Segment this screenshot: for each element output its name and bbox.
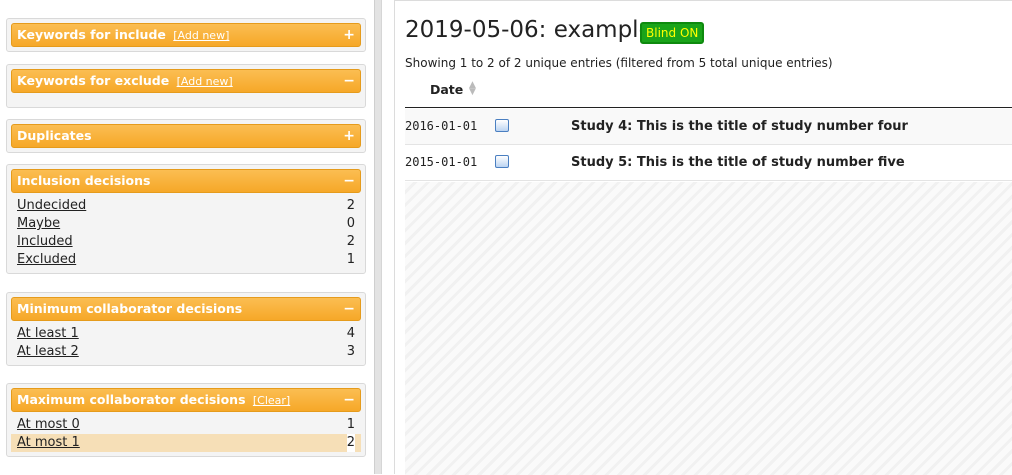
minus-icon[interactable]: −: [343, 389, 355, 411]
page-title: 2019-05-06: example: [405, 17, 653, 43]
duplicates-title: Duplicates: [17, 128, 92, 143]
count-badge: 4: [346, 326, 355, 341]
count-badge: 2: [346, 434, 355, 452]
duplicates-header[interactable]: Duplicates +: [11, 124, 361, 148]
filter-at-least-2-link[interactable]: At least 2: [17, 344, 79, 359]
plus-icon[interactable]: +: [343, 24, 355, 46]
table-row[interactable]: 2016-01-01 Study 4: This is the title of…: [405, 109, 1012, 145]
sort-icon[interactable]: ▲ ▼: [469, 81, 476, 97]
row-title[interactable]: Study 5: This is the title of study numb…: [571, 155, 905, 170]
table-info: Showing 1 to 2 of 2 unique entries (filt…: [405, 56, 833, 70]
filter-excluded-link[interactable]: Excluded: [17, 252, 76, 267]
min-collaborator-header[interactable]: Minimum collaborator decisions −: [11, 297, 361, 321]
table-header-divider: [405, 107, 1012, 108]
duplicates-panel: Duplicates +: [6, 119, 366, 153]
table-row[interactable]: 2015-01-01 Study 5: This is the title of…: [405, 145, 1012, 181]
clear-filter-link[interactable]: [Clear]: [253, 394, 290, 407]
minus-icon[interactable]: −: [343, 170, 355, 192]
min-collaborator-panel: Minimum collaborator decisions − At leas…: [6, 292, 366, 366]
add-include-keyword-link[interactable]: [Add new]: [173, 29, 229, 42]
inclusion-decisions-list: Undecided 2 Maybe 0 Included 2 Excluded 1: [11, 193, 361, 269]
filter-included-link[interactable]: Included: [17, 234, 73, 249]
inclusion-decisions-title: Inclusion decisions: [17, 173, 151, 188]
plus-icon[interactable]: +: [343, 125, 355, 147]
keywords-include-title: Keywords for include: [17, 27, 166, 42]
keywords-exclude-header[interactable]: Keywords for exclude [Add new] −: [11, 69, 361, 93]
filter-at-most-0-link[interactable]: At most 0: [17, 417, 80, 432]
max-collaborator-title: Maximum collaborator decisions: [17, 392, 246, 407]
list-item[interactable]: At least 1 4: [11, 325, 361, 343]
keywords-include-panel: Keywords for include [Add new] +: [6, 18, 366, 52]
list-item[interactable]: Included 2: [11, 233, 361, 251]
count-badge: 3: [346, 344, 355, 359]
column-header-date[interactable]: Date: [430, 82, 463, 97]
count-badge: 1: [346, 252, 355, 267]
count-badge: 1: [346, 417, 355, 432]
list-item[interactable]: At most 0 1: [11, 416, 361, 434]
row-date: 2016-01-01: [405, 119, 478, 133]
main-content: 2019-05-06: example Blind ON Showing 1 t…: [394, 0, 1012, 475]
minus-icon[interactable]: −: [343, 298, 355, 320]
document-icon[interactable]: [495, 155, 509, 168]
min-collaborator-list: At least 1 4 At least 2 3: [11, 321, 361, 361]
keywords-exclude-panel: Keywords for exclude [Add new] −: [6, 64, 366, 108]
count-badge: 2: [346, 234, 355, 249]
filter-at-least-1-link[interactable]: At least 1: [17, 326, 79, 341]
filter-undecided-link[interactable]: Undecided: [17, 198, 86, 213]
count-badge: 0: [346, 216, 355, 231]
minus-icon[interactable]: −: [343, 70, 355, 92]
min-collaborator-title: Minimum collaborator decisions: [17, 301, 243, 316]
max-collaborator-header[interactable]: Maximum collaborator decisions [Clear] −: [11, 388, 361, 412]
list-item[interactable]: Undecided 2: [11, 197, 361, 215]
blind-mode-badge[interactable]: Blind ON: [640, 22, 705, 44]
add-exclude-keyword-link[interactable]: [Add new]: [177, 75, 233, 88]
keywords-exclude-title: Keywords for exclude: [17, 73, 170, 88]
list-item-selected[interactable]: At most 1 2: [11, 434, 361, 452]
list-item[interactable]: Maybe 0: [11, 215, 361, 233]
row-date: 2015-01-01: [405, 155, 478, 169]
list-item[interactable]: Excluded 1: [11, 251, 361, 269]
keywords-include-header[interactable]: Keywords for include [Add new] +: [11, 23, 361, 47]
inclusion-decisions-panel: Inclusion decisions − Undecided 2 Maybe 0 …: [6, 164, 366, 274]
resize-handle[interactable]: [374, 0, 382, 474]
max-collaborator-list: At most 0 1 At most 1 2: [11, 412, 361, 452]
count-badge: 2: [346, 198, 355, 213]
max-collaborator-panel: Maximum collaborator decisions [Clear] −…: [6, 383, 366, 457]
document-icon[interactable]: [495, 119, 509, 132]
list-item[interactable]: At least 2 3: [11, 343, 361, 361]
row-title[interactable]: Study 4: This is the title of study numb…: [571, 119, 908, 134]
filter-maybe-link[interactable]: Maybe: [17, 216, 60, 231]
filter-at-most-1-link[interactable]: At most 1: [17, 435, 80, 450]
sidebar: Keywords for include [Add new] + Keyword…: [0, 0, 374, 474]
inclusion-decisions-header[interactable]: Inclusion decisions −: [11, 169, 361, 193]
empty-area: [405, 182, 1012, 475]
